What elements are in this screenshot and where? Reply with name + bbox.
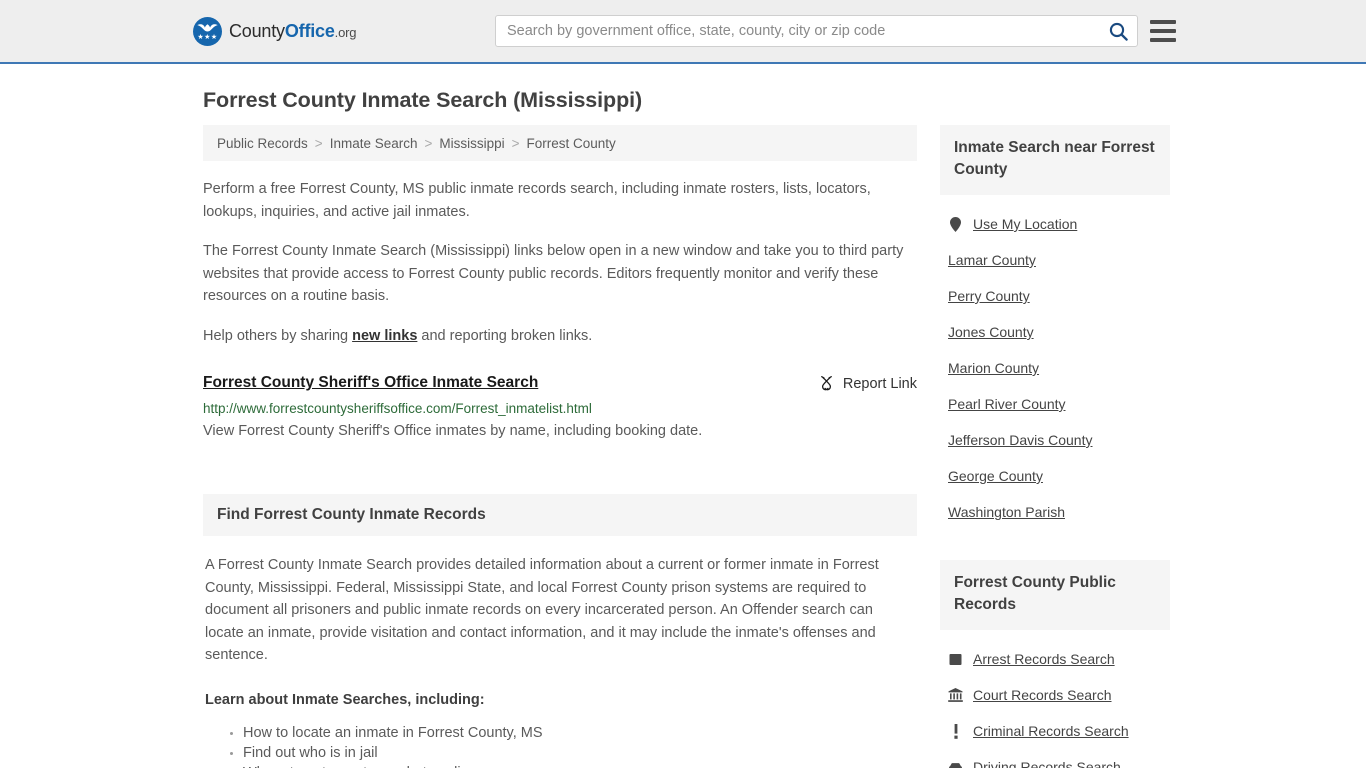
main-content: Public Records > Inmate Search > Mississ… xyxy=(203,125,917,768)
learn-about-heading: Learn about Inmate Searches, including: xyxy=(205,691,485,708)
list-item: Find out who is in jail xyxy=(243,743,915,763)
sidebar-item-label[interactable]: George County xyxy=(948,468,1043,484)
logo-text-org: .org xyxy=(334,24,357,40)
sidebar-item-label[interactable]: Court Records Search xyxy=(973,687,1112,703)
sidebar-item-george-county[interactable]: George County xyxy=(940,458,1170,494)
breadcrumb-separator: > xyxy=(314,135,323,151)
result-title-link[interactable]: Forrest County Sheriff's Office Inmate S… xyxy=(203,374,538,392)
search-input[interactable] xyxy=(496,16,1099,46)
site-header: ★★★ CountyOffice.org xyxy=(0,0,1366,64)
intro-paragraph-3: Help others by sharing new links and rep… xyxy=(203,325,917,348)
learn-about-list: How to locate an inmate in Forrest Count… xyxy=(205,723,915,768)
find-records-heading: Find Forrest County Inmate Records xyxy=(203,494,917,536)
logo-text: CountyOffice.org xyxy=(229,21,356,42)
courthouse-icon xyxy=(948,687,963,703)
breadcrumb-item-public-records[interactable]: Public Records xyxy=(217,136,308,151)
site-logo[interactable]: ★★★ CountyOffice.org xyxy=(193,16,356,46)
eagle-shield-logo-icon: ★★★ xyxy=(193,16,222,46)
intro-paragraph-1: Perform a free Forrest County, MS public… xyxy=(203,181,871,220)
sidebar-item-label[interactable]: Perry County xyxy=(948,288,1030,304)
breadcrumb-item-forrest-county[interactable]: Forrest County xyxy=(527,136,616,151)
public-records-heading: Forrest County Public Records xyxy=(940,560,1170,630)
find-records-section: Find Forrest County Inmate Records A For… xyxy=(203,494,917,768)
sidebar-item-label[interactable]: Lamar County xyxy=(948,252,1036,268)
search-button[interactable] xyxy=(1099,16,1137,46)
broken-link-icon xyxy=(820,376,832,391)
sidebar-item-label[interactable]: Criminal Records Search xyxy=(973,723,1129,739)
share-text-after: and reporting broken links. xyxy=(417,327,593,344)
report-link-button[interactable]: Report Link xyxy=(818,374,917,392)
exclamation-icon xyxy=(948,723,963,739)
sidebar-item-marion-county[interactable]: Marion County xyxy=(940,350,1170,386)
breadcrumb-separator: > xyxy=(511,135,520,151)
sidebar-item-lamar-county[interactable]: Lamar County xyxy=(940,242,1170,278)
sidebar-item-court-records-search[interactable]: Court Records Search xyxy=(940,677,1170,713)
result-description: View Forrest County Sheriff's Office inm… xyxy=(203,423,703,439)
hamburger-bar xyxy=(1150,38,1176,42)
sidebar-item-jones-county[interactable]: Jones County xyxy=(940,314,1170,350)
sidebar-item-label[interactable]: Washington Parish xyxy=(948,504,1065,520)
result-header-row: Forrest County Sheriff's Office Inmate S… xyxy=(203,374,917,392)
nearby-county-list: Use My Location Lamar County Perry Count… xyxy=(940,206,1170,530)
sidebar-item-arrest-records-search[interactable]: Arrest Records Search xyxy=(940,641,1170,677)
sidebar-item-label[interactable]: Jefferson Davis County xyxy=(948,432,1092,448)
sidebar-item-label[interactable]: Use My Location xyxy=(973,216,1077,232)
sidebar-item-driving-records-search[interactable]: Driving Records Search xyxy=(940,749,1170,768)
sidebar-item-criminal-records-search[interactable]: Criminal Records Search xyxy=(940,713,1170,749)
logo-text-county: County xyxy=(229,20,285,41)
sidebar: Inmate Search near Forrest County Use My… xyxy=(940,125,1170,768)
intro-paragraph-2: The Forrest County Inmate Search (Missis… xyxy=(203,243,904,304)
search-icon xyxy=(1109,22,1128,41)
share-text-before: Help others by sharing xyxy=(203,327,353,344)
hamburger-bar xyxy=(1150,29,1176,33)
hamburger-menu-icon[interactable] xyxy=(1150,20,1176,42)
sidebar-item-label[interactable]: Marion County xyxy=(948,360,1039,376)
stars-icon: ★★★ xyxy=(197,33,218,41)
hamburger-bar xyxy=(1150,20,1176,24)
fingerprint-card-icon xyxy=(948,651,963,667)
sidebar-item-label[interactable]: Pearl River County xyxy=(948,396,1066,412)
logo-text-office: Office xyxy=(284,20,335,41)
report-link-label: Report Link xyxy=(842,375,917,392)
list-item: Where to get arrest mugshots online xyxy=(243,763,915,768)
breadcrumb: Public Records > Inmate Search > Mississ… xyxy=(203,125,917,161)
breadcrumb-item-inmate-search[interactable]: Inmate Search xyxy=(330,136,418,151)
page-title: Forrest County Inmate Search (Mississipp… xyxy=(203,88,643,112)
car-icon xyxy=(948,759,963,768)
public-records-list: Arrest Records Search Court Records Sear… xyxy=(940,641,1170,768)
sidebar-item-label[interactable]: Driving Records Search xyxy=(973,759,1121,768)
result-url: http://www.forrestcountysheriffsoffice.c… xyxy=(203,401,592,416)
new-links-link[interactable]: new links xyxy=(352,328,417,344)
nearby-heading: Inmate Search near Forrest County xyxy=(940,125,1170,195)
find-records-body: A Forrest County Inmate Search provides … xyxy=(203,554,917,768)
sidebar-item-label[interactable]: Arrest Records Search xyxy=(973,651,1115,667)
result-item: Forrest County Sheriff's Office Inmate S… xyxy=(203,374,917,442)
sidebar-item-washington-parish[interactable]: Washington Parish xyxy=(940,494,1170,530)
map-pin-icon xyxy=(948,216,963,232)
sidebar-item-perry-county[interactable]: Perry County xyxy=(940,278,1170,314)
eagle-icon xyxy=(197,23,218,31)
sidebar-item-use-my-location[interactable]: Use My Location xyxy=(940,206,1170,242)
sidebar-item-pearl-river-county[interactable]: Pearl River County xyxy=(940,386,1170,422)
list-item: How to locate an inmate in Forrest Count… xyxy=(243,723,915,743)
find-records-paragraph: A Forrest County Inmate Search provides … xyxy=(205,557,879,663)
breadcrumb-separator: > xyxy=(424,135,433,151)
breadcrumb-item-mississippi[interactable]: Mississippi xyxy=(439,136,504,151)
search-bar[interactable] xyxy=(495,15,1138,47)
sidebar-item-label[interactable]: Jones County xyxy=(948,324,1034,340)
sidebar-item-jefferson-davis-county[interactable]: Jefferson Davis County xyxy=(940,422,1170,458)
